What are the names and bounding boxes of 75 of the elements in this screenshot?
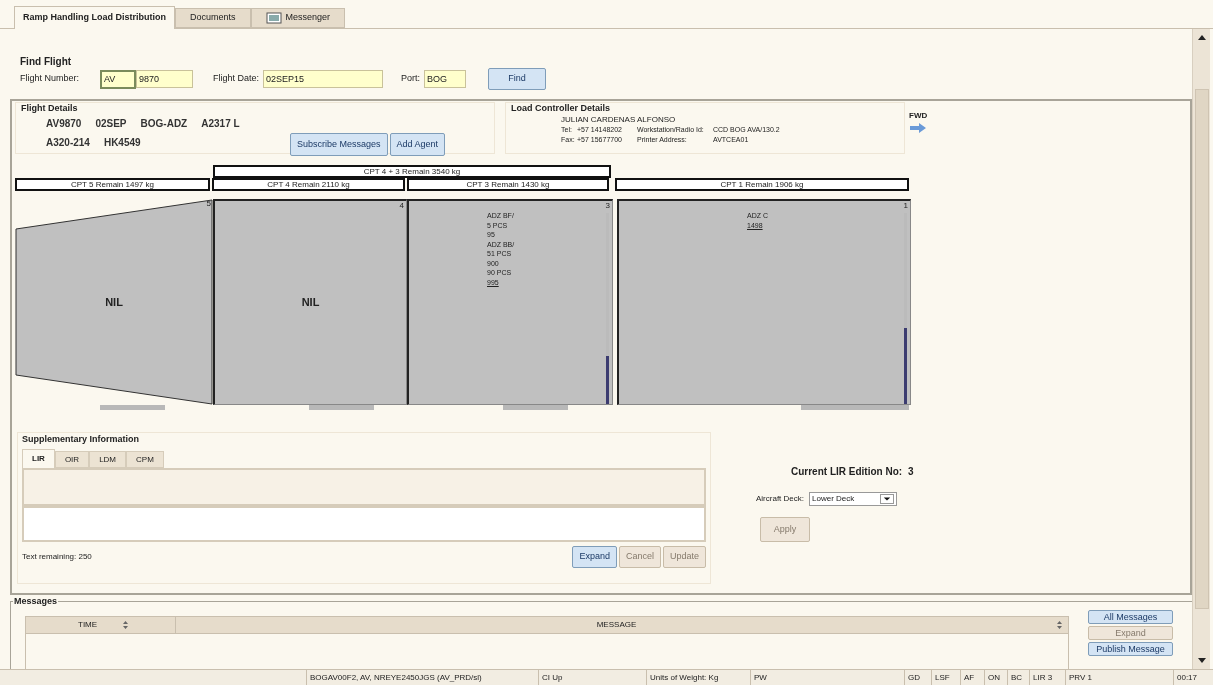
flight-info: AV9870 <box>46 117 82 131</box>
arrow-right-icon <box>909 122 927 134</box>
flight-date-input[interactable]: 02SEP15 <box>263 70 384 88</box>
port-input[interactable]: BOG <box>424 70 467 88</box>
controller-name: JULIAN CARDENAS ALFONSO <box>560 114 677 125</box>
flight-info: BOG-ADZ <box>140 117 188 131</box>
section-title: Supplementary Information <box>22 433 140 445</box>
compartment-bar: CPT 5 Remain 1497 kg <box>15 178 210 191</box>
action-button[interactable]: Publish Message <box>1088 642 1173 656</box>
dropdown-arrow-icon <box>880 494 894 504</box>
status-item: LSF <box>931 669 960 685</box>
text-area[interactable] <box>22 506 706 542</box>
column-header[interactable]: MESSAGE <box>176 617 1068 633</box>
tab[interactable]: OIR <box>54 451 90 468</box>
status-item: 00:17 <box>1173 669 1213 685</box>
scroll-indicator <box>99 405 165 410</box>
compartment-bar: CPT 3 Remain 1430 kg <box>407 178 609 191</box>
status-item: Units of Weight: Kg <box>646 669 750 685</box>
flight-info: 02SEP <box>95 117 127 131</box>
field-label: Port: <box>401 72 421 86</box>
action-button[interactable]: Add Agent <box>389 133 446 156</box>
flight-info: A2317 L <box>201 117 240 131</box>
load-text: NIL <box>301 295 320 311</box>
status-item: GD <box>904 669 931 685</box>
field-label: Flight Date: <box>213 72 260 86</box>
status-item: PRV 1 <box>1065 669 1117 685</box>
tab[interactable]: Documents <box>175 8 251 28</box>
sort-icon <box>1057 621 1062 629</box>
scroll-up-icon[interactable] <box>1197 35 1206 40</box>
tab[interactable]: CPM <box>126 451 164 468</box>
text-area[interactable] <box>22 468 706 506</box>
flight-number-input[interactable]: 9870 <box>136 70 193 88</box>
sort-icon <box>123 621 129 629</box>
edition-number: 3 <box>908 465 914 479</box>
position-number: 5 <box>206 199 211 208</box>
action-button[interactable]: Subscribe Messages <box>290 133 388 156</box>
section-title: Flight Details <box>21 103 79 114</box>
compartment-bar: CPT 1 Remain 1906 kg <box>615 178 909 191</box>
load-text: NIL <box>105 294 123 310</box>
status-item: CI Up <box>538 669 582 685</box>
status-item: BC <box>1007 669 1029 685</box>
status-item: AF <box>960 669 984 685</box>
scroll-thumb[interactable] <box>1194 89 1209 609</box>
edition-label: Current LIR Edition No: <box>791 465 903 479</box>
tab[interactable]: Ramp Handling Load Distribution <box>14 6 175 29</box>
monitor-icon <box>265 12 282 24</box>
position-number: 1 <box>903 201 908 210</box>
tab[interactable]: LIR <box>22 449 55 468</box>
scroll-down-icon[interactable] <box>1197 658 1206 663</box>
field-label: Flight Number: <box>20 72 81 86</box>
flight-info: A320-214 <box>46 136 90 150</box>
deck-dropdown[interactable]: Lower Deck <box>809 492 897 506</box>
column-header[interactable]: TIME <box>26 617 176 633</box>
vertical-scrollbar[interactable] <box>1192 29 1210 669</box>
action-button[interactable]: Expand <box>572 546 617 568</box>
action-button[interactable]: All Messages <box>1088 610 1173 624</box>
compartment-group-bar: CPT 4 + 3 Remain 3540 kg <box>213 165 611 178</box>
position-number: 4 <box>399 201 404 210</box>
tab[interactable]: Messenger <box>250 8 346 28</box>
compartment-bar: CPT 4 Remain 2110 kg <box>212 178 405 191</box>
status-item: BOGAV00F2, AV, NREYE2450JGS (AV_PRD/sl) <box>306 669 538 685</box>
tab[interactable]: LDM <box>89 451 126 468</box>
section-title: Find Flight <box>20 57 73 67</box>
airline-input[interactable]: AV <box>100 69 136 89</box>
status-item: ON <box>984 669 1007 685</box>
status-item: PW <box>750 669 786 685</box>
status-item: LIR 3 <box>1029 669 1065 685</box>
flight-info: HK4549 <box>103 136 141 150</box>
position-number: 3 <box>605 201 610 210</box>
find-button[interactable]: Find <box>488 68 547 90</box>
section-title: Load Controller Details <box>511 103 611 114</box>
direction-label: FWD <box>909 110 928 122</box>
section-title: Messages <box>13 596 59 607</box>
text-remaining-label: Text remaining: 250 <box>22 551 92 563</box>
field-label: Aircraft Deck: <box>756 493 804 505</box>
